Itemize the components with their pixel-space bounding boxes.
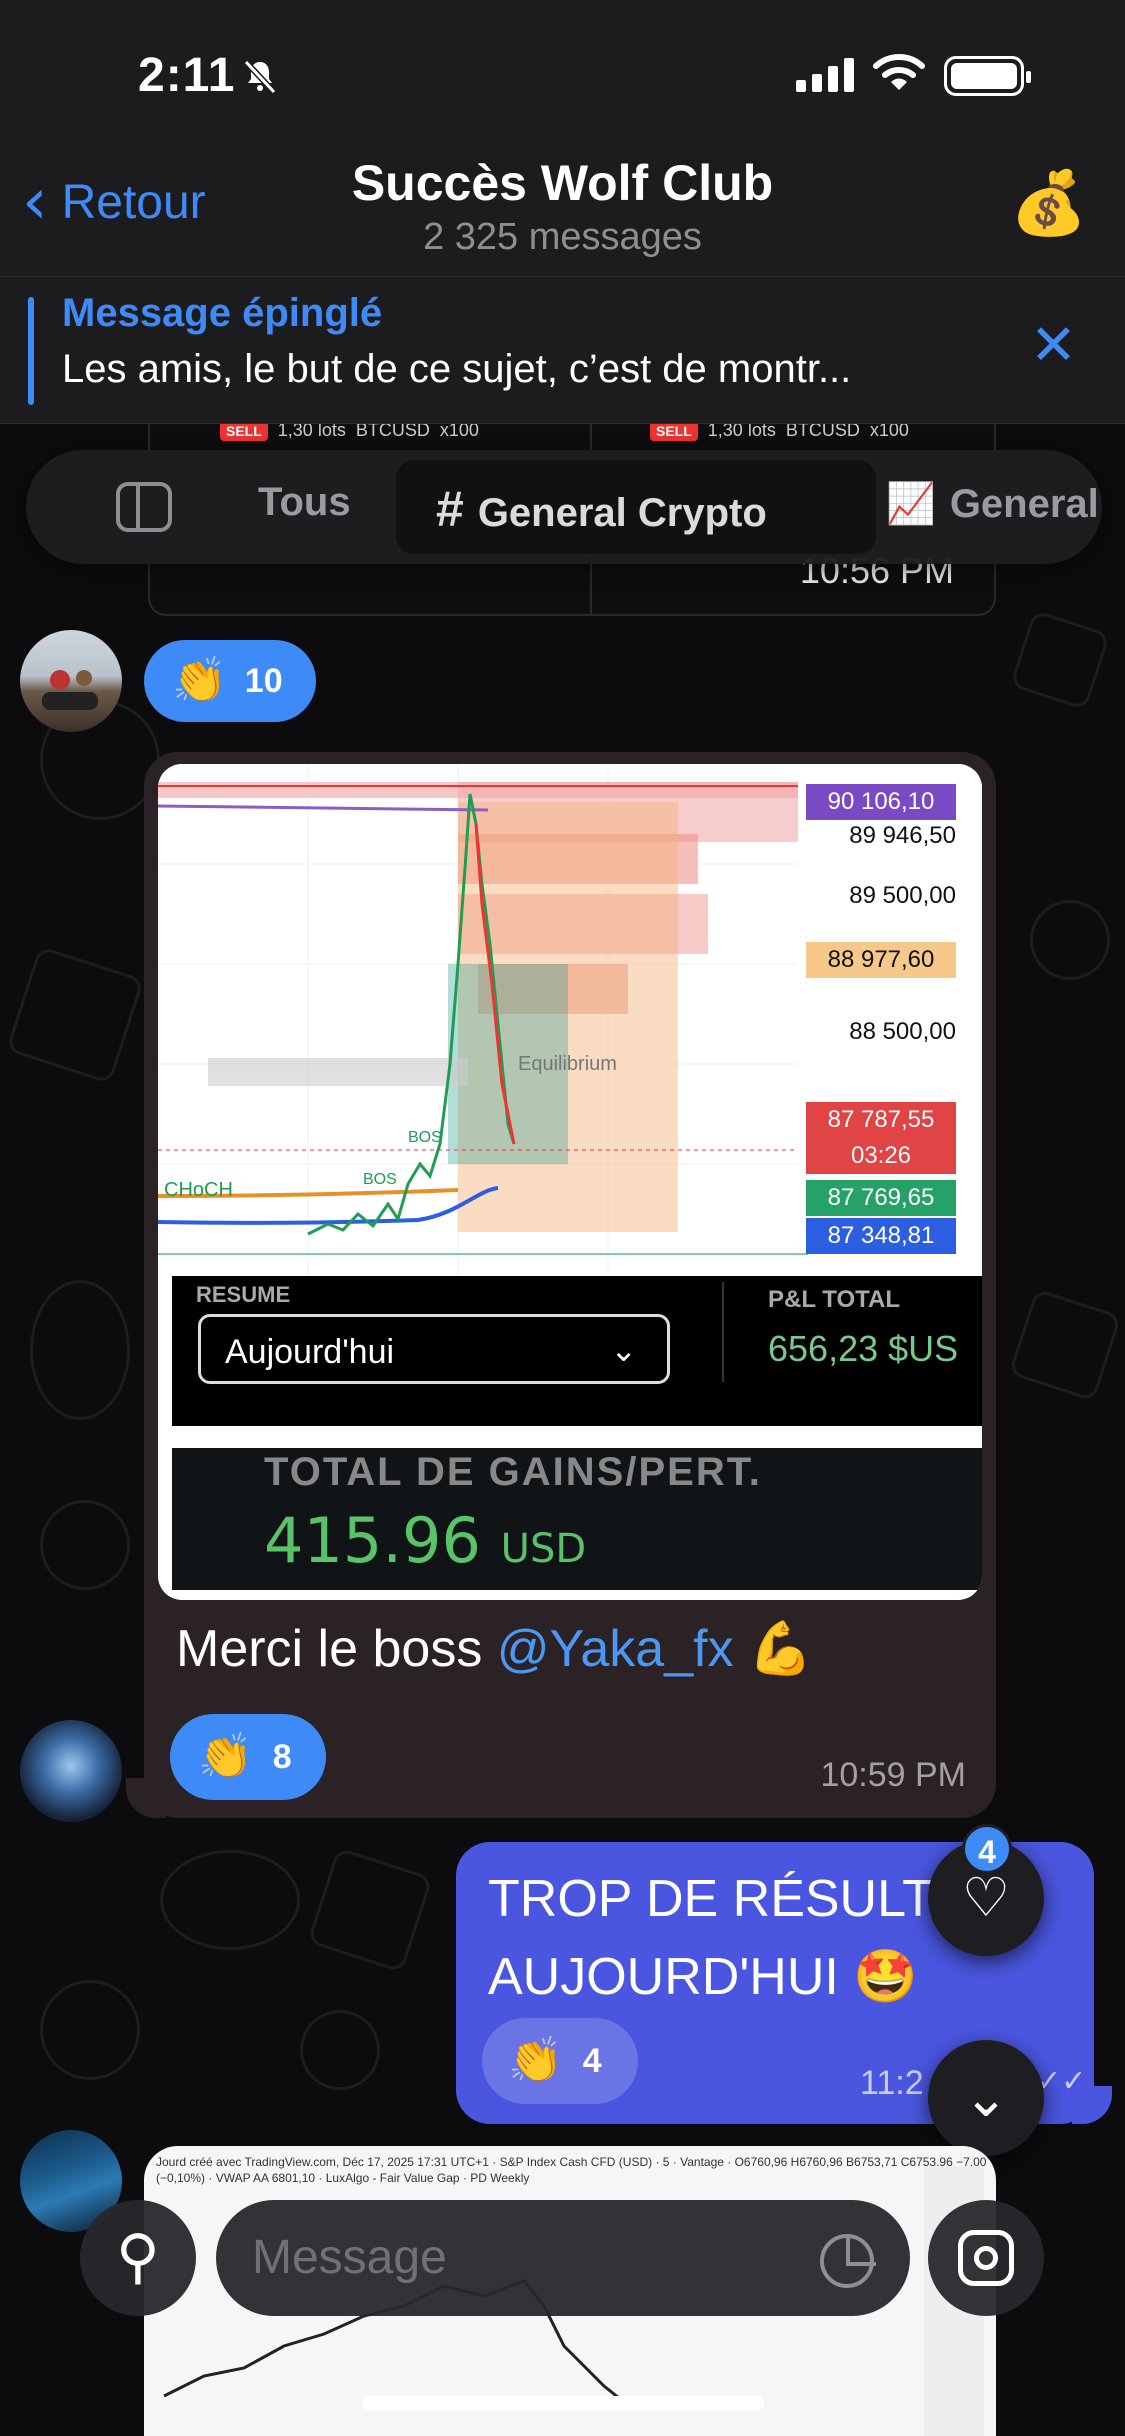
- period-select: Aujourd'hui ⌄: [198, 1314, 670, 1384]
- bos-label: BOS: [408, 1129, 442, 1146]
- doodle: [40, 1980, 140, 2080]
- gains-value: 415.96 USD: [264, 1504, 587, 1577]
- bos-label: BOS: [363, 1171, 397, 1188]
- doodle: [160, 1850, 300, 1950]
- pnl-value: 656,23 $US: [768, 1328, 959, 1369]
- pinned-indicator: [28, 297, 34, 405]
- chevron-down-icon: ⌄: [610, 1331, 637, 1369]
- hash-icon: #: [436, 481, 464, 537]
- battery-icon: [944, 56, 1031, 96]
- pnl-label: P&L TOTAL: [768, 1286, 900, 1313]
- reaction-chip[interactable]: 👏 4: [482, 2018, 638, 2104]
- gains-label: TOTAL DE GAINS/PERT.: [264, 1450, 762, 1494]
- reaction-chip[interactable]: 👏 10: [144, 640, 316, 722]
- sell-badge: SELL: [220, 421, 268, 441]
- reaction-count: 8: [272, 1737, 292, 1776]
- pinned-message-bar[interactable]: Message épinglé Les amis, le but de ce s…: [0, 276, 1125, 424]
- price-tag: 87 769,65: [806, 1180, 956, 1216]
- message-time: 10:59 PM: [820, 1756, 966, 1794]
- chat-title[interactable]: Succès Wolf Club: [0, 154, 1125, 212]
- sell-badge: SELL: [650, 421, 698, 441]
- message-caption: Merci le boss @Yaka_fx 💪: [176, 1620, 813, 1678]
- signal-icon: [796, 58, 854, 92]
- wifi-icon: [873, 54, 925, 90]
- doodle: [30, 1280, 130, 1420]
- status-time: 2:11: [138, 49, 236, 102]
- topic-tous[interactable]: Tous: [258, 480, 351, 525]
- topics-bar: Tous # General Crypto 📈 General: [26, 450, 1102, 564]
- sticker-icon[interactable]: [820, 2234, 876, 2288]
- pinned-title: Message épinglé: [62, 291, 383, 335]
- avatar[interactable]: [20, 630, 122, 732]
- doodle: [306, 1846, 434, 1974]
- message-count: 2 325 messages: [423, 216, 702, 258]
- equilibrium-label: Equilibrium: [518, 1053, 617, 1075]
- choch-label: CHoCH: [164, 1179, 233, 1201]
- reaction-count: 10: [244, 661, 283, 700]
- doodle: [40, 1500, 130, 1590]
- chevron-down-icon: ⌄: [963, 2066, 1009, 2129]
- muscle-emoji-icon: 💪: [748, 1620, 813, 1678]
- sidebar-icon[interactable]: [116, 482, 172, 532]
- price-tag: 87 348,81: [806, 1218, 956, 1254]
- home-indicator: [362, 2396, 764, 2410]
- resume-panel: RESUME Aujourd'hui ⌄ P&L TOTAL 656,23 $US: [172, 1276, 982, 1426]
- camera-button[interactable]: [928, 2200, 1044, 2316]
- price-label: 88 500,00: [849, 1018, 956, 1045]
- paperclip-icon: ⚲: [116, 2222, 160, 2292]
- message-placeholder: Message: [252, 2231, 447, 2284]
- clap-emoji-icon: 👏: [172, 655, 227, 706]
- countdown-tag: 03:26: [806, 1138, 956, 1174]
- price-tag: 87 787,55: [806, 1102, 956, 1138]
- camera-icon: [958, 2230, 1014, 2286]
- divider: [722, 1282, 724, 1382]
- price-label: 89 500,00: [849, 882, 956, 909]
- reactions-button[interactable]: 4 ♡: [928, 1824, 1044, 1956]
- resume-label: RESUME: [196, 1282, 291, 1307]
- chart-screenshot[interactable]: BOS BOS CHoCH Equilibrium 90 106,10 89 9…: [158, 764, 982, 1600]
- clap-emoji-icon: 👏: [198, 1731, 253, 1782]
- bell-muted-icon: [243, 59, 277, 95]
- scroll-down-button[interactable]: ⌄: [928, 2040, 1044, 2156]
- gains-panel: TOTAL DE GAINS/PERT. 415.96 USD: [172, 1448, 982, 1590]
- incoming-message[interactable]: BOS BOS CHoCH Equilibrium 90 106,10 89 9…: [144, 752, 996, 1818]
- price-tag: 88 977,60: [806, 942, 956, 978]
- avatar[interactable]: [20, 1720, 122, 1822]
- money-bag-icon[interactable]: 💰: [1010, 166, 1087, 242]
- doodle: [1008, 1288, 1122, 1402]
- doodle: [300, 2010, 380, 2090]
- price-label: 89 946,50: [849, 822, 956, 849]
- reaction-chip[interactable]: 👏 8: [170, 1714, 326, 1800]
- message-input[interactable]: Message: [216, 2200, 910, 2316]
- chat-header: ‹ Retour Succès Wolf Club 2 325 messages…: [0, 140, 1125, 276]
- attach-button[interactable]: ⚲: [80, 2200, 196, 2316]
- clap-emoji-icon: 👏: [508, 2035, 563, 2086]
- user-mention[interactable]: @Yaka_fx: [497, 1620, 734, 1678]
- pinned-text: Les amis, le but de ce sujet, c’est de m…: [62, 347, 852, 391]
- price-tag: 90 106,10: [806, 784, 956, 820]
- chart-emoji-icon: 📈: [886, 482, 936, 526]
- topic-general-crypto[interactable]: # General Crypto: [436, 480, 767, 538]
- topic-general[interactable]: 📈 General: [886, 480, 1099, 527]
- doodle: [5, 945, 145, 1085]
- status-bar: 2:11: [0, 0, 1125, 140]
- close-icon[interactable]: ✕: [1030, 313, 1077, 378]
- doodle: [1030, 900, 1110, 980]
- reaction-count: 4: [582, 2041, 602, 2080]
- doodle: [1009, 609, 1111, 711]
- message-time: 11:2: [860, 2064, 924, 2102]
- heart-icon: ♡: [961, 1866, 1011, 1929]
